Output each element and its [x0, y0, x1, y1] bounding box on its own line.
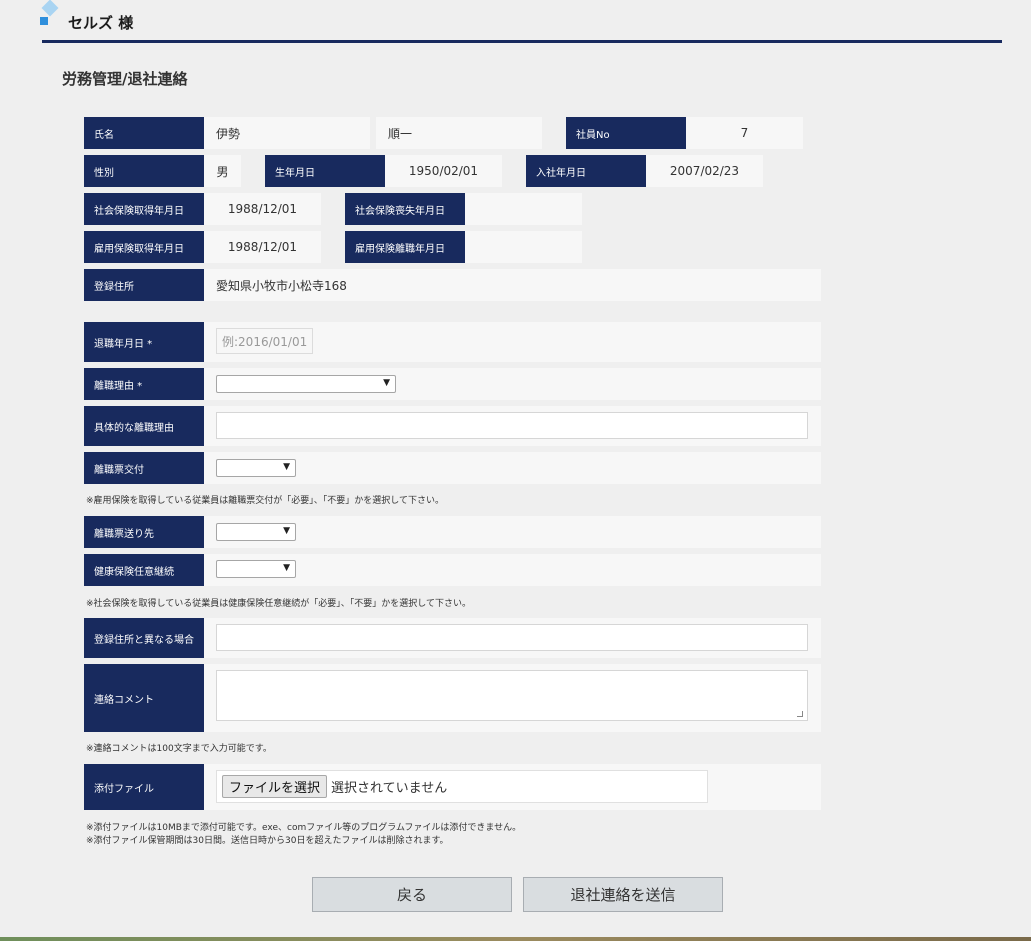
- employee-no-value: 7: [686, 117, 803, 149]
- note-slip: ※雇用保険を取得している従業員は離職票交付が「必要」、「不要」かを選択して下さい…: [86, 496, 445, 506]
- user-name: セルズ 様: [68, 14, 134, 32]
- address-label: 登録住所: [84, 269, 204, 301]
- retire-date-input[interactable]: 例:2016/01/01: [216, 328, 313, 354]
- header: セルズ 様: [0, 0, 1031, 44]
- file-label: 添付ファイル: [84, 764, 204, 810]
- social-get-value: 1988/12/01: [204, 193, 321, 225]
- chevron-down-icon: ▼: [383, 378, 390, 388]
- health-select[interactable]: ▼: [216, 560, 296, 578]
- address-value: 愛知県小牧市小松寺168: [204, 269, 821, 301]
- slip-issue-select[interactable]: ▼: [216, 459, 296, 477]
- logo-icon: [41, 0, 59, 17]
- social-loss-value: [465, 193, 582, 225]
- chevron-down-icon: ▼: [283, 526, 290, 536]
- footer-bar: [0, 937, 1031, 941]
- chevron-down-icon: ▼: [283, 462, 290, 472]
- submit-retire-button[interactable]: 退社連絡を送信: [523, 877, 723, 912]
- slip-dest-label: 離職票送り先: [84, 516, 204, 548]
- employ-get-value: 1988/12/01: [204, 231, 321, 263]
- gender-label: 性別: [84, 155, 204, 187]
- reason-detail-label: 具体的な離職理由: [84, 406, 204, 446]
- diff-address-label: 登録住所と異なる場合: [84, 618, 204, 658]
- gender-value: 男: [204, 155, 241, 187]
- reason-detail-input[interactable]: [216, 412, 808, 439]
- comment-label: 連絡コメント: [84, 664, 204, 732]
- birth-value: 1950/02/01: [385, 155, 502, 187]
- employ-leave-label: 雇用保険離職年月日: [345, 231, 465, 263]
- health-label: 健康保険任意継続: [84, 554, 204, 586]
- note-comment: ※連絡コメントは100文字まで入力可能です。: [86, 744, 272, 754]
- reason-select[interactable]: ▼: [216, 375, 396, 393]
- slip-issue-label: 離職票交付: [84, 452, 204, 484]
- slip-issue-row: [204, 452, 821, 484]
- chevron-down-icon: ▼: [283, 563, 290, 573]
- note-health: ※社会保険を取得している従業員は健康保険任意継続が「必要」、「不要」かを選択して…: [86, 599, 472, 609]
- page-title: 労務管理/退社連絡: [62, 70, 188, 88]
- slip-dest-row: [204, 516, 821, 548]
- file-status: 選択されていません: [331, 781, 448, 796]
- slip-dest-select[interactable]: ▼: [216, 523, 296, 541]
- last-name-value: 伊勢: [204, 117, 370, 149]
- note-file-retention: ※添付ファイル保管期間は30日間。送信日時から30日を超えたファイルは削除されま…: [86, 836, 449, 846]
- social-get-label: 社会保険取得年月日: [84, 193, 204, 225]
- birth-label: 生年月日: [265, 155, 385, 187]
- health-row: [204, 554, 821, 586]
- file-select-button[interactable]: ファイルを選択: [222, 775, 328, 798]
- first-name-value: 順一: [376, 117, 542, 149]
- header-divider: [42, 40, 1002, 43]
- employ-leave-value: [465, 231, 582, 263]
- note-file-size: ※添付ファイルは10MBまで添付可能です。exe、comファイル等のプログラムフ…: [86, 823, 522, 833]
- resize-handle-icon[interactable]: [797, 711, 803, 717]
- join-label: 入社年月日: [526, 155, 646, 187]
- logo-dot-icon: [40, 17, 48, 25]
- comment-textarea[interactable]: [216, 670, 808, 721]
- name-label: 氏名: [84, 117, 204, 149]
- retire-date-label: 退職年月日 *: [84, 322, 204, 362]
- employee-no-label: 社員No: [566, 117, 686, 149]
- employ-get-label: 雇用保険取得年月日: [84, 231, 204, 263]
- diff-address-input[interactable]: [216, 624, 808, 651]
- join-value: 2007/02/23: [646, 155, 763, 187]
- back-button[interactable]: 戻る: [312, 877, 512, 912]
- file-input[interactable]: ファイルを選択 選択されていません: [216, 770, 708, 803]
- social-loss-label: 社会保険喪失年月日: [345, 193, 465, 225]
- reason-label: 離職理由 *: [84, 368, 204, 400]
